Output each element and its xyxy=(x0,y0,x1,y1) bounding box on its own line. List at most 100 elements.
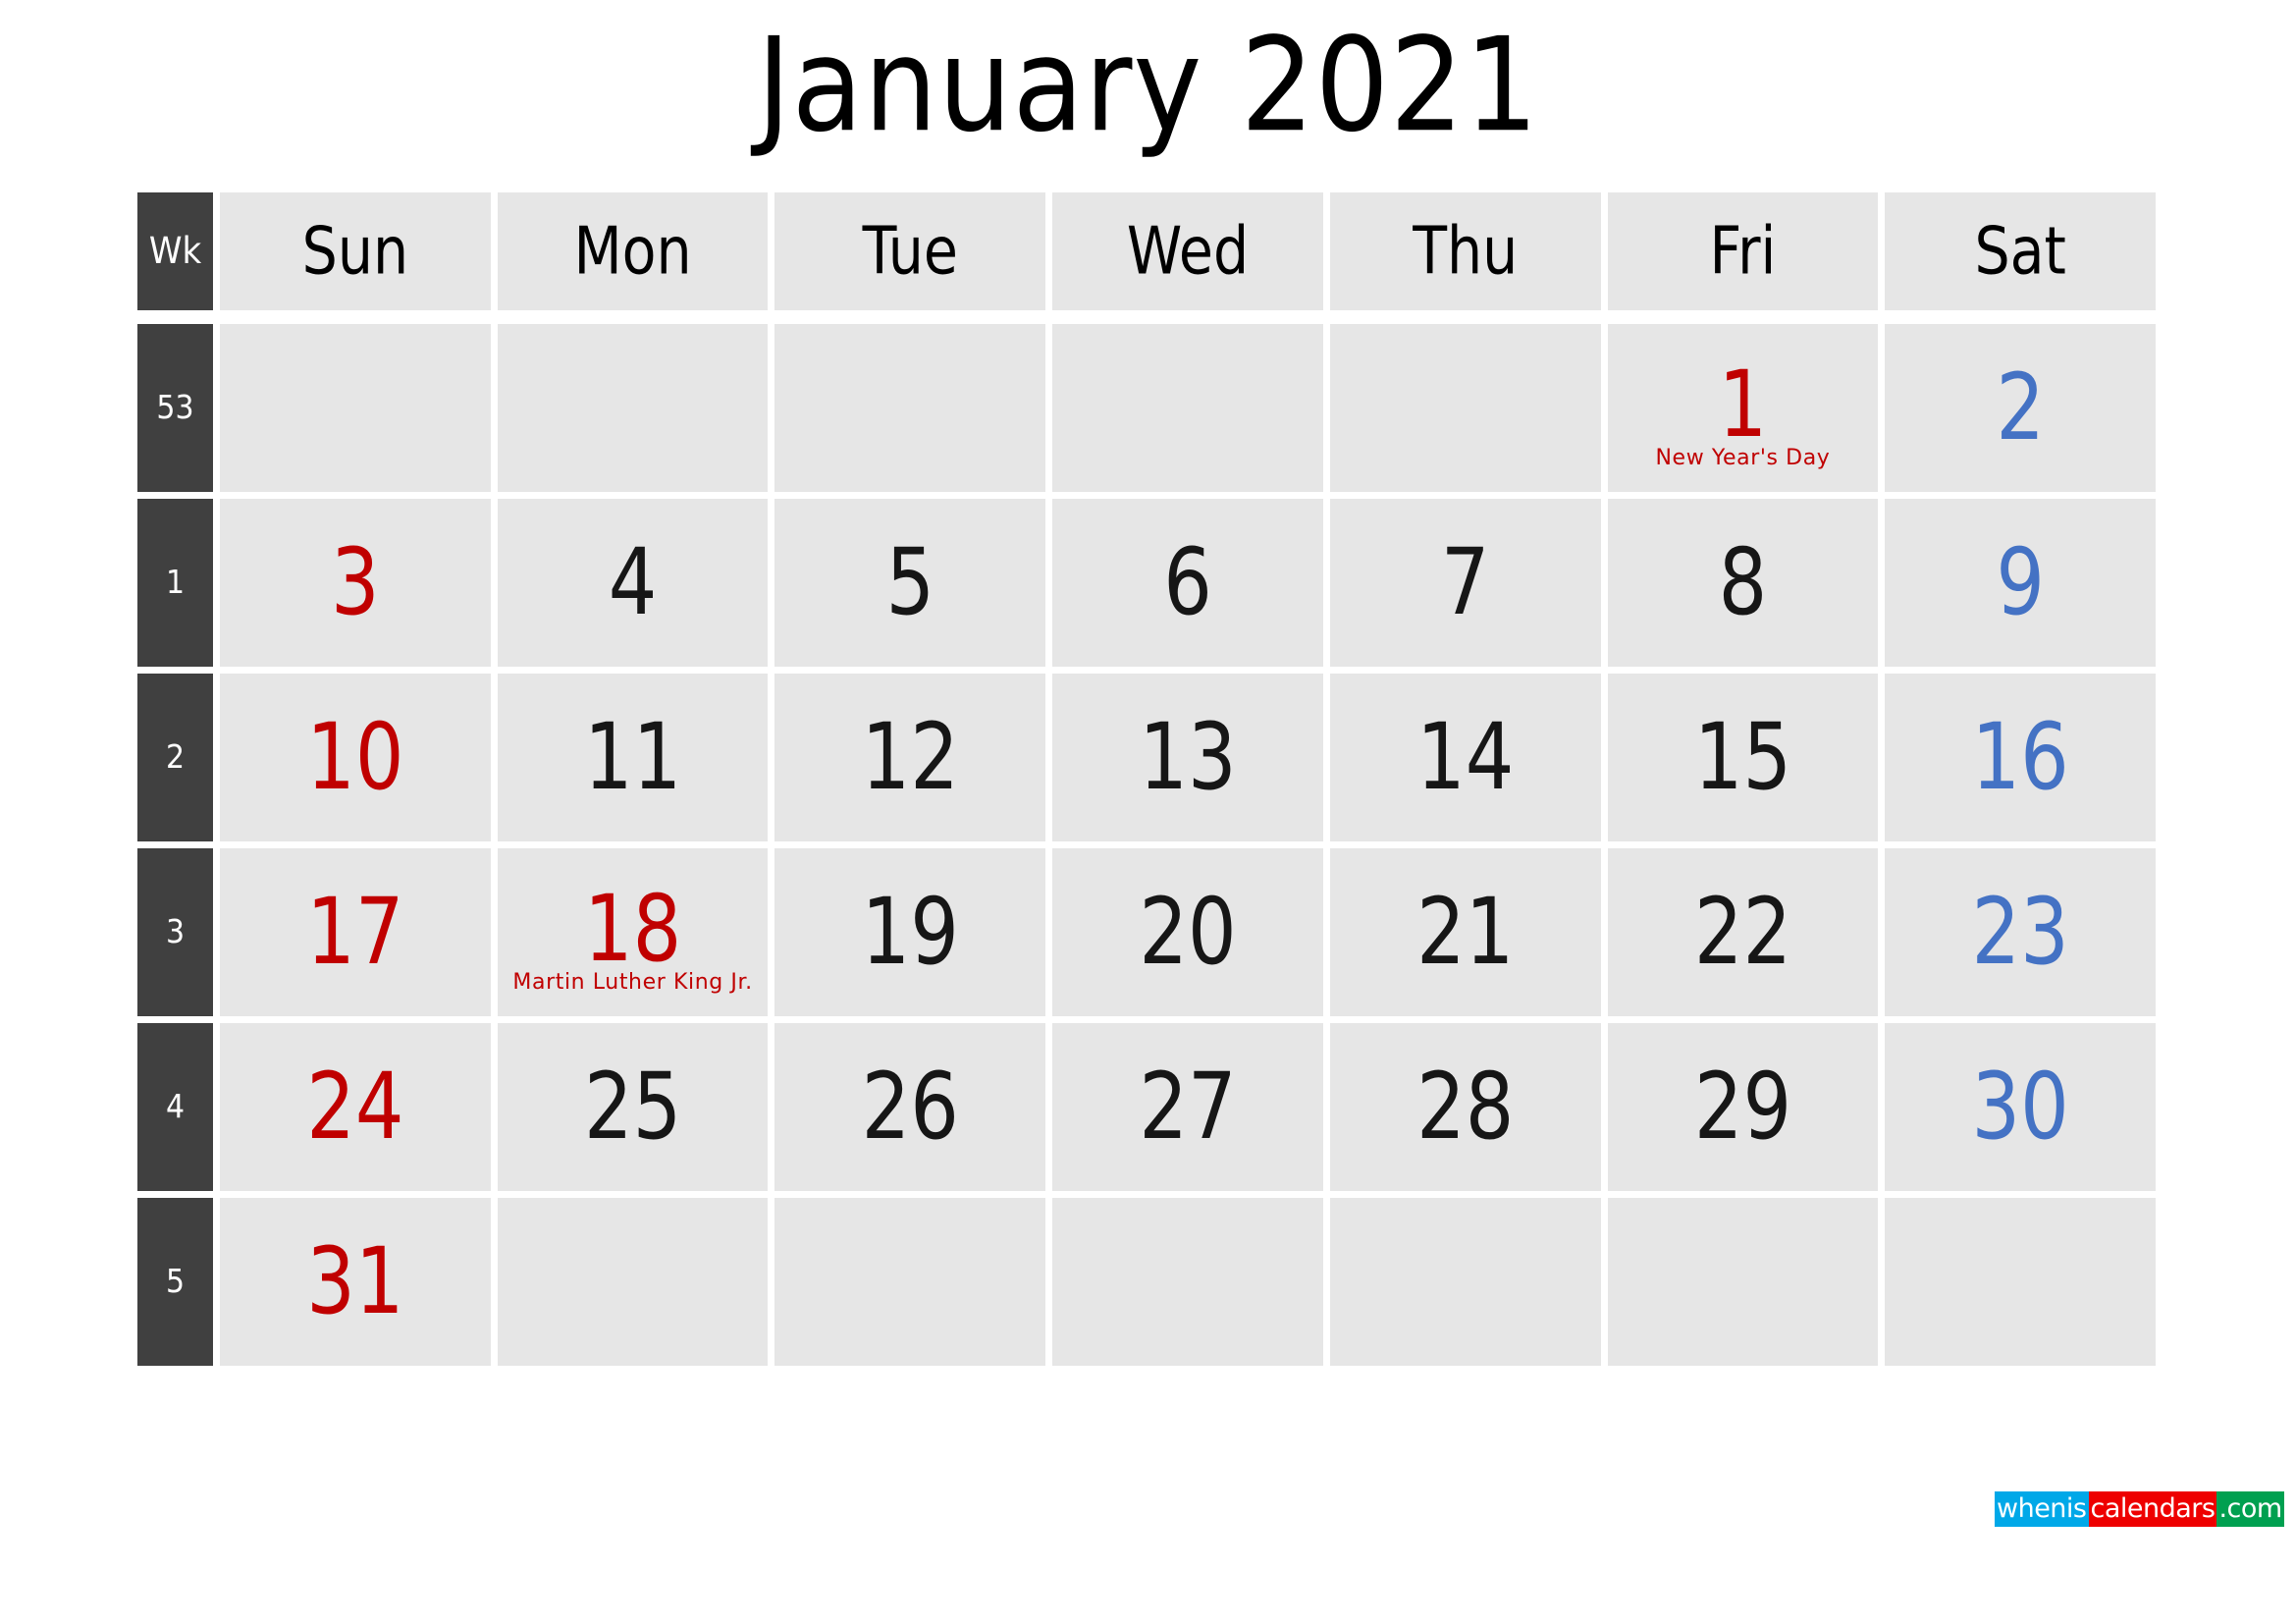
calendar-day-cell-empty xyxy=(1885,1198,2157,1366)
day-number: 15 xyxy=(1693,704,1792,811)
calendar-day-cell[interactable]: 17 xyxy=(220,848,491,1016)
calendar-weeks: 53 1 New Year's Day 2 1 3 4 5 6 7 8 9 2 10 11 12 13 14 15 1… xyxy=(137,317,2157,1366)
day-number: 22 xyxy=(1693,879,1792,986)
day-of-week-label: Tue xyxy=(862,212,958,290)
week-number-cell: 53 xyxy=(137,324,213,492)
calendar-week-row: 1 3 4 5 6 7 8 9 xyxy=(137,499,2157,667)
calendar-day-cell-empty xyxy=(1052,324,1323,492)
calendar-day-cell-empty xyxy=(497,324,769,492)
day-number: 20 xyxy=(1139,879,1237,986)
logo-segment-calendars: calendars xyxy=(2088,1491,2217,1527)
day-of-week-label: Mon xyxy=(573,212,692,290)
calendar-day-cell[interactable]: 13 xyxy=(1052,674,1323,841)
day-number: 16 xyxy=(1971,704,2069,811)
day-number: 7 xyxy=(1440,529,1490,636)
calendar-day-cell[interactable]: 27 xyxy=(1052,1023,1323,1191)
logo-segment-com: .com xyxy=(2216,1491,2284,1527)
calendar-day-cell[interactable]: 4 xyxy=(497,499,769,667)
week-number-label: 2 xyxy=(165,737,186,777)
week-number-label: 3 xyxy=(165,912,186,951)
day-of-week-label: Sat xyxy=(1974,212,2066,290)
day-of-week-header-sun: Sun xyxy=(220,192,491,310)
day-number: 10 xyxy=(306,704,404,811)
holiday-label: New Year's Day xyxy=(1655,445,1831,470)
calendar-day-cell[interactable]: 29 xyxy=(1607,1023,1879,1191)
calendar-day-cell-empty xyxy=(774,324,1046,492)
week-number-cell: 4 xyxy=(137,1023,213,1191)
calendar-day-cell[interactable]: 6 xyxy=(1052,499,1323,667)
day-number: 21 xyxy=(1416,879,1515,986)
calendar-day-cell[interactable]: 26 xyxy=(774,1023,1046,1191)
calendar-week-row: 4 24 25 26 27 28 29 30 xyxy=(137,1023,2157,1191)
day-number: 30 xyxy=(1971,1054,2069,1161)
day-number: 1 xyxy=(1718,352,1768,459)
calendar-day-cell[interactable]: 20 xyxy=(1052,848,1323,1016)
day-of-week-label: Sun xyxy=(301,212,409,290)
day-of-week-label: Thu xyxy=(1413,212,1519,290)
day-number: 11 xyxy=(583,704,682,811)
calendar-day-cell-empty xyxy=(1329,324,1601,492)
day-number: 19 xyxy=(861,879,959,986)
calendar-day-cell[interactable]: 15 xyxy=(1607,674,1879,841)
calendar-week-row: 5 31 xyxy=(137,1198,2157,1366)
calendar-week-row: 3 17 18 Martin Luther King Jr. 19 20 21 22 23 xyxy=(137,848,2157,1016)
week-number-header-label: Wk xyxy=(148,230,202,273)
day-number: 5 xyxy=(885,529,935,636)
calendar-day-cell[interactable]: 28 xyxy=(1329,1023,1601,1191)
week-number-label: 53 xyxy=(156,388,194,427)
site-logo-watermark[interactable]: whenis calendars .com xyxy=(1995,1491,2284,1527)
day-number: 8 xyxy=(1718,529,1768,636)
calendar-day-cell[interactable]: 3 xyxy=(220,499,491,667)
calendar-week-row: 53 1 New Year's Day 2 xyxy=(137,324,2157,492)
calendar-day-cell[interactable]: 25 xyxy=(497,1023,769,1191)
calendar-day-cell[interactable]: 12 xyxy=(774,674,1046,841)
calendar-grid: Wk Sun Mon Tue Wed Thu Fri Sat 53 1 New Ye… xyxy=(137,192,2157,1366)
calendar-day-cell[interactable]: 30 xyxy=(1885,1023,2157,1191)
calendar-day-cell[interactable]: 1 New Year's Day xyxy=(1607,324,1879,492)
day-number: 6 xyxy=(1163,529,1212,636)
calendar-day-cell[interactable]: 23 xyxy=(1885,848,2157,1016)
day-of-week-header-mon: Mon xyxy=(497,192,769,310)
week-number-label: 4 xyxy=(165,1087,186,1126)
calendar-header-row: Wk Sun Mon Tue Wed Thu Fri Sat xyxy=(137,192,2157,310)
calendar-day-cell[interactable]: 8 xyxy=(1607,499,1879,667)
calendar-day-cell[interactable]: 16 xyxy=(1885,674,2157,841)
calendar-day-cell[interactable]: 21 xyxy=(1329,848,1601,1016)
calendar-day-cell[interactable]: 24 xyxy=(220,1023,491,1191)
calendar-day-cell-empty xyxy=(1329,1198,1601,1366)
day-number: 27 xyxy=(1139,1054,1237,1161)
week-number-cell: 2 xyxy=(137,674,213,841)
calendar-day-cell[interactable]: 11 xyxy=(497,674,769,841)
calendar-day-cell[interactable]: 31 xyxy=(220,1198,491,1366)
calendar-day-cell[interactable]: 2 xyxy=(1885,324,2157,492)
day-of-week-header-fri: Fri xyxy=(1607,192,1879,310)
day-number: 17 xyxy=(306,879,404,986)
day-number: 23 xyxy=(1971,879,2069,986)
day-number: 13 xyxy=(1139,704,1237,811)
calendar-day-cell[interactable]: 18 Martin Luther King Jr. xyxy=(497,848,769,1016)
logo-segment-whenis: whenis xyxy=(1995,1491,2089,1527)
calendar-day-cell[interactable]: 19 xyxy=(774,848,1046,1016)
calendar-week-row: 2 10 11 12 13 14 15 16 xyxy=(137,674,2157,841)
calendar-day-cell-empty xyxy=(774,1198,1046,1366)
day-number: 2 xyxy=(1996,354,2045,461)
day-number: 14 xyxy=(1416,704,1515,811)
calendar-day-cell[interactable]: 10 xyxy=(220,674,491,841)
calendar-day-cell-empty xyxy=(1607,1198,1879,1366)
day-of-week-label: Fri xyxy=(1709,212,1777,290)
week-number-label: 1 xyxy=(165,563,186,602)
page-title: January 2021 xyxy=(756,9,1540,161)
day-of-week-header-thu: Thu xyxy=(1329,192,1601,310)
calendar-day-cell-empty xyxy=(497,1198,769,1366)
week-number-cell: 5 xyxy=(137,1198,213,1366)
week-number-label: 5 xyxy=(165,1262,186,1301)
calendar-day-cell[interactable]: 9 xyxy=(1885,499,2157,667)
day-number: 18 xyxy=(583,876,682,983)
calendar-day-cell[interactable]: 7 xyxy=(1329,499,1601,667)
calendar-day-cell[interactable]: 14 xyxy=(1329,674,1601,841)
day-of-week-header-tue: Tue xyxy=(774,192,1046,310)
calendar-day-cell-empty xyxy=(1052,1198,1323,1366)
day-of-week-header-wed: Wed xyxy=(1052,192,1323,310)
calendar-day-cell[interactable]: 22 xyxy=(1607,848,1879,1016)
calendar-day-cell[interactable]: 5 xyxy=(774,499,1046,667)
